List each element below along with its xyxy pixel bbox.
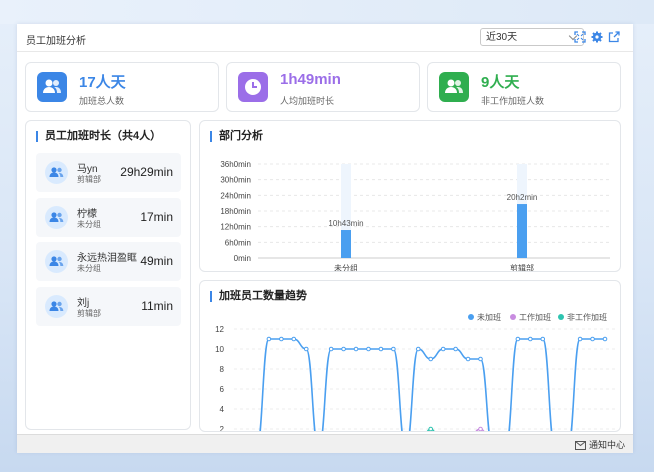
users-icon [45, 295, 68, 318]
x-tick-label: 剪辑部 [510, 263, 534, 271]
bar-data-label: 20h2min [507, 193, 538, 202]
data-point [341, 346, 346, 352]
employee-panel: 员工加班时长（共4人） 马yn 剪辑部 29h29min 柠檬 未分组 17mi… [25, 120, 191, 430]
data-point [415, 346, 421, 352]
y-tick-label: 6h0min [225, 238, 251, 247]
kpi-value: 1h49min [280, 71, 341, 88]
app-window: 员工加班分析 近30天 17人天 加班总人数 1h49min 人均加班时长 9人… [17, 24, 633, 453]
bar [341, 230, 351, 258]
y-tick-label: 8 [220, 365, 225, 374]
data-point [428, 426, 434, 431]
employee-item[interactable]: 马yn 剪辑部 29h29min [36, 153, 181, 192]
y-tick-label: 36h0min [220, 160, 251, 169]
data-point [291, 336, 297, 342]
series-line [259, 338, 605, 431]
employee-dept: 剪辑部 [77, 175, 101, 184]
y-tick-label: 6 [220, 385, 225, 394]
data-point [577, 336, 583, 342]
data-point [465, 356, 471, 362]
data-point [391, 346, 396, 352]
y-tick-label: 30h0min [220, 176, 251, 185]
bar-data-label: 10h43min [328, 219, 363, 228]
employee-time: 49min [140, 254, 173, 268]
gear-icon[interactable] [591, 31, 603, 43]
export-icon[interactable] [608, 31, 620, 43]
data-point [279, 336, 284, 342]
desktop-strip [0, 0, 654, 24]
data-point [428, 356, 434, 362]
y-tick-label: 0min [234, 254, 251, 263]
y-tick-label: 24h0min [220, 191, 251, 200]
employee-name: 刘j [77, 298, 90, 309]
kpi-card-non-work: 9人天 非工作加班人数 [427, 62, 621, 112]
y-tick-label: 12 [215, 325, 224, 334]
header-bar: 员工加班分析 近30天 [17, 24, 633, 52]
users-icon [45, 250, 68, 273]
data-point [540, 336, 546, 342]
employee-name: 永远热泪盈眶 [77, 253, 137, 264]
data-point [440, 346, 446, 352]
clock-icon [238, 72, 268, 102]
notification-center-button[interactable]: 通知中心 [574, 438, 625, 451]
fullscreen-icon[interactable] [574, 31, 586, 43]
users-icon [45, 206, 68, 229]
data-point [602, 336, 608, 342]
data-point [328, 346, 334, 352]
kpi-label: 非工作加班人数 [481, 96, 545, 106]
employee-dept: 未分组 [77, 264, 101, 273]
bar [517, 204, 527, 258]
employee-time: 29h29min [120, 165, 173, 179]
y-tick-label: 2 [220, 425, 225, 431]
notification-center-label: 通知中心 [588, 440, 625, 450]
app-title: 员工加班分析 [26, 36, 86, 47]
users-icon [439, 72, 469, 102]
data-point [478, 426, 483, 431]
kpi-value: 17人天 [79, 74, 126, 91]
data-point [366, 346, 371, 352]
kpi-label: 加班总人数 [79, 96, 125, 106]
data-point [353, 346, 359, 352]
employee-time: 11min [141, 299, 173, 313]
kpi-value: 9人天 [481, 74, 520, 91]
employee-time: 17min [140, 210, 173, 224]
employee-name: 柠檬 [77, 209, 97, 220]
employee-name: 马yn [77, 164, 98, 175]
y-tick-label: 18h0min [220, 207, 251, 216]
dept-chart: 0min 6h0min 12h0min 18h0min 24h0min 30h0min 36… [220, 160, 610, 271]
kpi-card-total: 17人天 加班总人数 [25, 62, 219, 112]
dept-chart-panel: 部门分析 0min 6h0min 12h0min 18h0min 24h0min 30h0… [199, 120, 621, 272]
trend-chart-panel: 加班员工数量趋势 未加班 工作加班 非工作加班 2 4 6 8 10 12 [199, 280, 621, 432]
employee-dept: 未分组 [77, 220, 101, 229]
employee-panel-title: 员工加班时长（共4人） [36, 131, 161, 142]
data-point [266, 336, 272, 342]
y-tick-label: 12h0min [220, 223, 251, 232]
data-point [528, 336, 533, 342]
y-tick-label: 10 [215, 345, 224, 354]
employee-item[interactable]: 刘j 剪辑部 11min [36, 287, 181, 326]
data-point [378, 346, 384, 352]
mail-icon [574, 441, 586, 450]
employee-item[interactable]: 永远热泪盈眶 未分组 49min [36, 242, 181, 281]
employee-dept: 剪辑部 [77, 309, 101, 318]
data-point [453, 346, 458, 352]
date-range-value: 近30天 [486, 32, 518, 43]
kpi-label: 人均加班时长 [280, 96, 335, 106]
status-bar: 通知中心 [17, 434, 633, 453]
data-point [303, 346, 309, 352]
users-icon [45, 161, 68, 184]
data-point [515, 336, 521, 342]
employee-item[interactable]: 柠檬 未分组 17min [36, 198, 181, 237]
x-tick-label: 未分组 [334, 263, 358, 271]
users-icon [37, 72, 67, 102]
data-point [478, 356, 483, 362]
y-tick-label: 4 [220, 405, 225, 414]
date-range-select[interactable]: 近30天 [480, 28, 584, 46]
trend-chart: 2 4 6 8 10 12 [215, 325, 615, 431]
kpi-card-average: 1h49min 人均加班时长 [226, 62, 420, 112]
data-point [590, 336, 595, 342]
